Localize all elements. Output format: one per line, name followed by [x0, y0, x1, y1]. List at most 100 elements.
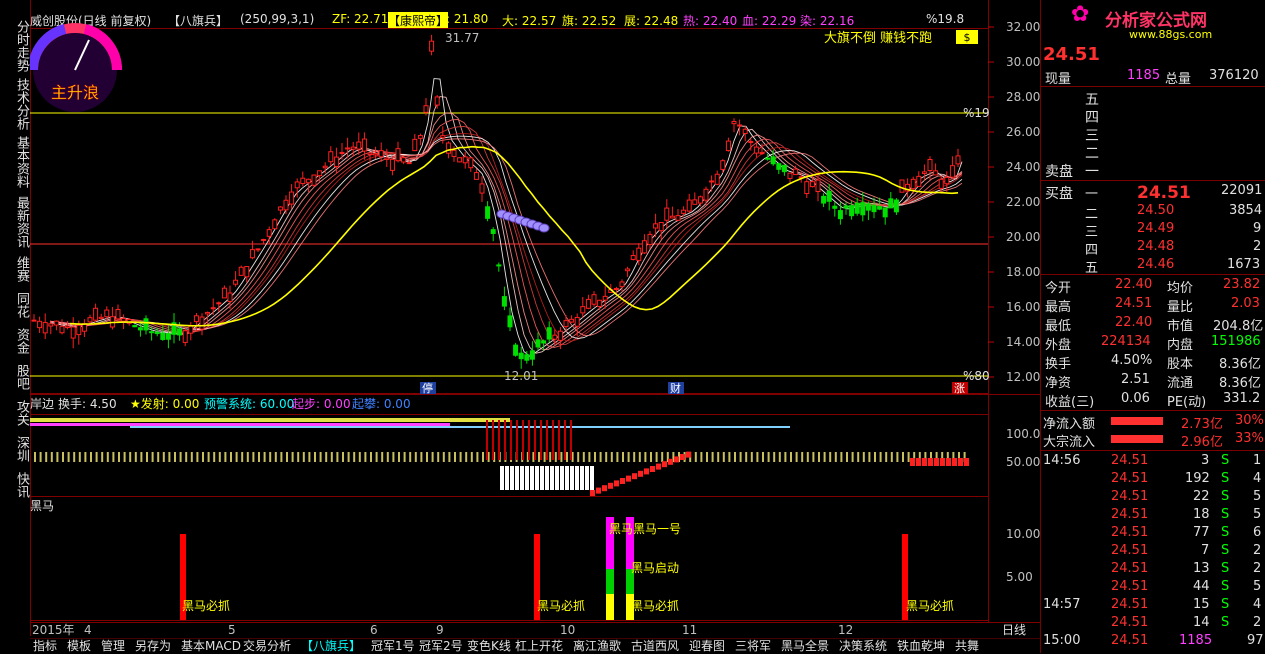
- candle-body: [737, 124, 743, 127]
- sub1-white-bar: [520, 466, 524, 490]
- xaxis-period[interactable]: 日线: [1002, 623, 1026, 637]
- sub1-red-step: [958, 458, 963, 466]
- bottom-tab-9[interactable]: 变色K线: [464, 639, 514, 654]
- candle-body: [742, 128, 748, 134]
- bottom-tab-17[interactable]: 铁血乾坤: [894, 639, 948, 654]
- sub1-bar: [34, 452, 36, 462]
- sub1-bar: [476, 452, 479, 462]
- candle-body: [787, 172, 793, 179]
- xaxis-4: 4: [84, 623, 92, 637]
- candle-body: [955, 155, 961, 165]
- candle-body: [832, 205, 838, 209]
- tick-count: 2: [1253, 561, 1262, 576]
- candle-body: [31, 319, 37, 322]
- sub1-bar: [241, 452, 244, 462]
- sub1-red-step: [922, 458, 927, 466]
- candle-body: [944, 176, 950, 185]
- candle-body: [496, 264, 502, 267]
- candle-body: [457, 157, 463, 163]
- sub1-bar: [599, 452, 602, 462]
- sub1-bar: [336, 452, 339, 462]
- sub1-red-step: [656, 463, 661, 470]
- sub1-bar: [767, 452, 770, 462]
- tab-fenshi[interactable]: 分时走势: [2, 20, 29, 72]
- tab-guba[interactable]: 股吧: [2, 364, 29, 390]
- flow-row: 大宗流入 2.96亿 33%: [1041, 431, 1265, 450]
- candle-body: [137, 327, 143, 331]
- tab-jishu[interactable]: 技术分析: [2, 78, 29, 130]
- candle-body: [42, 322, 48, 334]
- bottom-tab-13[interactable]: 迎春图: [686, 639, 728, 654]
- bottom-tab-8[interactable]: 冠军2号: [416, 639, 466, 654]
- bottom-tab-1[interactable]: 模板: [64, 639, 94, 654]
- bottom-tab-10[interactable]: 杠上开花: [512, 639, 566, 654]
- candle-body: [417, 135, 423, 139]
- candle-body: [692, 199, 698, 205]
- candle-body: [48, 323, 54, 327]
- bottom-tab-18[interactable]: 共舞: [952, 639, 982, 654]
- sub1-bar: [123, 452, 126, 462]
- candle-body: [552, 334, 558, 340]
- bottom-tab-11[interactable]: 离江渔歌: [570, 639, 624, 654]
- sub1-bar: [375, 452, 378, 462]
- heima-start: 黑马启动: [631, 561, 679, 575]
- sub1-bar: [554, 452, 557, 462]
- sub1-bar: [610, 452, 613, 462]
- heima-must-4: 黑马必抓: [906, 599, 954, 613]
- tab-tonghua[interactable]: 同花: [2, 292, 29, 318]
- tick-price: 24.51: [1111, 471, 1149, 486]
- tick-time: 14:56: [1043, 453, 1081, 468]
- bottom-tab-16[interactable]: 决策系统: [836, 639, 890, 654]
- tick-count: 2: [1253, 543, 1262, 558]
- tick-row: 14:57 24.51 15 S 4: [1041, 597, 1265, 615]
- sub1-bar: [392, 452, 395, 462]
- tab-gongguan[interactable]: 攻关: [2, 400, 29, 426]
- kline-chart[interactable]: 32.00 30.00 28.00 26.00 24.00 22.00 20.00 18.00…: [30, 0, 1040, 638]
- tick-price: 24.51: [1111, 507, 1149, 522]
- candle-body: [115, 308, 121, 320]
- sub1-bar: [263, 452, 266, 462]
- bottom-tab-6[interactable]: 【八旗兵】: [298, 639, 364, 654]
- sub1-bar: [252, 452, 255, 462]
- sub1-red-step: [602, 485, 607, 492]
- tab-zixun[interactable]: 最新资讯: [2, 196, 29, 248]
- sub1-band: [130, 426, 790, 428]
- sub1-bar: [454, 452, 456, 462]
- bottom-tab-14[interactable]: 三将军: [732, 639, 774, 654]
- sell-level-4: 四: [1085, 110, 1099, 126]
- bottom-tab-7[interactable]: 冠军1号: [368, 639, 418, 654]
- tick-row: 14:56 24.51 3 S 1: [1041, 453, 1265, 471]
- tab-weisai[interactable]: 维赛: [2, 256, 29, 282]
- candle-body: [580, 306, 586, 314]
- stat-value: 8.36亿: [1219, 376, 1261, 391]
- sub1-volume-bar: [522, 420, 524, 460]
- sub1-bar: [157, 452, 160, 462]
- sub1-bar: [330, 452, 333, 462]
- bottom-tab-2[interactable]: 管理: [98, 639, 128, 654]
- sub1-bar: [414, 452, 417, 462]
- xaxis-11: 11: [682, 623, 697, 637]
- buy-level: 一: [1085, 187, 1099, 202]
- tab-zijin[interactable]: 资金: [2, 328, 29, 354]
- bottom-tab-5[interactable]: 交易分析: [240, 639, 294, 654]
- sub1-bar: [778, 452, 781, 462]
- candle-body: [888, 198, 894, 209]
- sub1-bar: [538, 452, 540, 462]
- sub1-red-step: [596, 487, 601, 494]
- buy-vol: 22091: [1221, 183, 1263, 198]
- candle-body: [395, 148, 401, 162]
- tab-kuaixun[interactable]: 快讯: [2, 472, 29, 498]
- sub1-bar: [756, 452, 759, 462]
- bottom-tab-3[interactable]: 另存为: [132, 639, 174, 654]
- bottom-tab-0[interactable]: 指标: [30, 639, 60, 654]
- bottom-tab-15[interactable]: 黑马全景: [778, 639, 832, 654]
- candle-body: [333, 156, 339, 167]
- zongliang-label: 总量: [1165, 72, 1192, 87]
- tab-shenzhen[interactable]: 深圳: [2, 436, 29, 462]
- candle-body: [339, 152, 345, 155]
- bottom-tab-4[interactable]: 基本MACD: [178, 639, 244, 654]
- tick-side: S: [1221, 453, 1230, 468]
- tab-jiben[interactable]: 基本资料: [2, 136, 29, 188]
- tick-count: 6: [1253, 525, 1262, 540]
- bottom-tab-12[interactable]: 古道西风: [628, 639, 682, 654]
